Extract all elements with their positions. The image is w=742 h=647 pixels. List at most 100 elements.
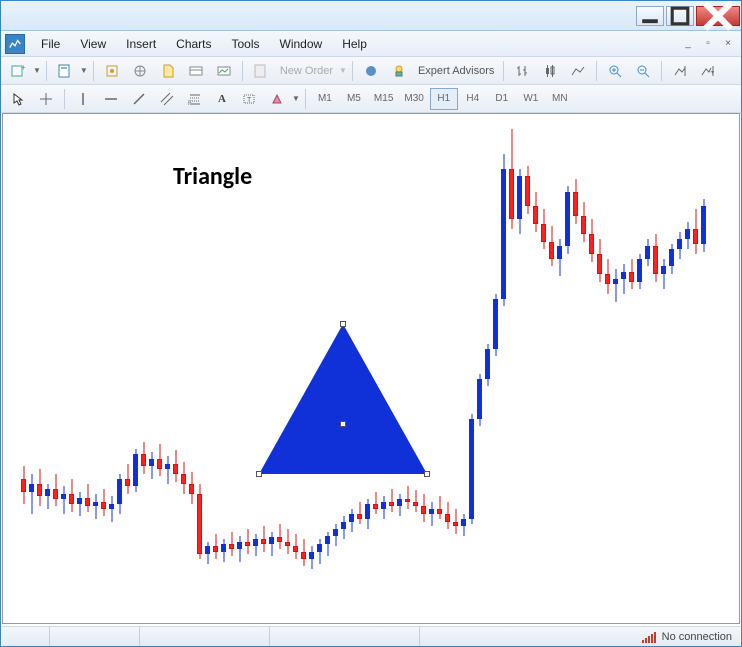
- menu-view[interactable]: View: [70, 37, 116, 51]
- candle: [669, 114, 674, 623]
- data-window-button[interactable]: [155, 60, 181, 82]
- line-chart-button[interactable]: [565, 60, 591, 82]
- candle: [469, 114, 474, 623]
- dropdown-icon[interactable]: ▼: [33, 66, 41, 75]
- metaquotes-button[interactable]: [358, 60, 384, 82]
- crosshair-button[interactable]: [33, 88, 59, 110]
- candle: [461, 114, 466, 623]
- connection-status[interactable]: No connection: [634, 631, 740, 643]
- candle: [661, 114, 666, 623]
- timeframe-mn[interactable]: MN: [546, 88, 574, 110]
- triangle-handle-apex[interactable]: [340, 321, 346, 327]
- candle: [573, 114, 578, 623]
- mdi-minimize-button[interactable]: _: [679, 36, 697, 52]
- status-cell: [140, 627, 270, 646]
- timeframe-m30[interactable]: M30: [399, 88, 428, 110]
- maximize-button[interactable]: [666, 6, 694, 26]
- candlestick-chart-button[interactable]: [537, 60, 563, 82]
- candle: [493, 114, 498, 623]
- connection-label: No connection: [662, 631, 732, 643]
- bar-chart-button[interactable]: [509, 60, 535, 82]
- equidistant-channel-button[interactable]: [154, 88, 180, 110]
- candle: [237, 114, 242, 623]
- triangle-handle-right[interactable]: [424, 471, 430, 477]
- candle: [165, 114, 170, 623]
- strategy-tester-button[interactable]: [211, 60, 237, 82]
- new-order-button[interactable]: [248, 60, 274, 82]
- candle: [653, 114, 658, 623]
- timeframe-m1[interactable]: M1: [311, 88, 339, 110]
- dropdown-icon[interactable]: ▼: [292, 94, 300, 103]
- navigator-button[interactable]: [127, 60, 153, 82]
- close-button[interactable]: [696, 6, 740, 26]
- market-watch-button[interactable]: [99, 60, 125, 82]
- new-chart-button[interactable]: +: [5, 60, 31, 82]
- zoom-in-button[interactable]: [602, 60, 628, 82]
- profiles-button[interactable]: [52, 60, 78, 82]
- main-toolbar: + ▼ ▼ New Order ▼: [1, 57, 741, 85]
- shapes-button[interactable]: [264, 88, 290, 110]
- candle: [509, 114, 514, 623]
- menu-help[interactable]: Help: [332, 37, 377, 51]
- chart-area[interactable]: Triangle: [2, 113, 740, 624]
- timeframe-m15[interactable]: M15: [369, 88, 398, 110]
- candle: [413, 114, 418, 623]
- candle: [85, 114, 90, 623]
- menu-window[interactable]: Window: [270, 37, 333, 51]
- candle: [141, 114, 146, 623]
- dropdown-icon[interactable]: ▼: [339, 66, 347, 75]
- candle: [693, 114, 698, 623]
- menu-tools[interactable]: Tools: [222, 37, 270, 51]
- candle: [637, 114, 642, 623]
- text-button[interactable]: A: [210, 88, 234, 110]
- candle: [365, 114, 370, 623]
- timeframe-h4[interactable]: H4: [459, 88, 487, 110]
- mdi-close-button[interactable]: ×: [719, 36, 737, 52]
- timeframe-w1[interactable]: W1: [517, 88, 545, 110]
- cursor-button[interactable]: [5, 88, 31, 110]
- status-cell: [2, 627, 50, 646]
- candle: [197, 114, 202, 623]
- candle: [53, 114, 58, 623]
- candle: [677, 114, 682, 623]
- menu-file[interactable]: File: [31, 37, 70, 51]
- candle: [309, 114, 314, 623]
- candle: [157, 114, 162, 623]
- auto-scroll-button[interactable]: [667, 60, 693, 82]
- candle: [21, 114, 26, 623]
- timeframe-d1[interactable]: D1: [488, 88, 516, 110]
- zoom-out-button[interactable]: [630, 60, 656, 82]
- candle: [557, 114, 562, 623]
- candle: [213, 114, 218, 623]
- minimize-button[interactable]: [636, 6, 664, 26]
- text-label-button[interactable]: T: [236, 88, 262, 110]
- candle: [301, 114, 306, 623]
- expert-advisors-button[interactable]: [386, 60, 412, 82]
- menu-charts[interactable]: Charts: [166, 37, 221, 51]
- dropdown-icon[interactable]: ▼: [80, 66, 88, 75]
- timeframe-m5[interactable]: M5: [340, 88, 368, 110]
- titlebar: [1, 1, 741, 31]
- vertical-line-button[interactable]: [70, 88, 96, 110]
- triangle-handle-left[interactable]: [256, 471, 262, 477]
- candle: [381, 114, 386, 623]
- candle: [701, 114, 706, 623]
- status-cell: [270, 627, 420, 646]
- candle: [125, 114, 130, 623]
- mdi-restore-button[interactable]: ▫: [699, 36, 717, 52]
- horizontal-line-button[interactable]: [98, 88, 124, 110]
- candle: [389, 114, 394, 623]
- fibonacci-button[interactable]: F: [182, 88, 208, 110]
- candle: [253, 114, 258, 623]
- trendline-button[interactable]: [126, 88, 152, 110]
- candle: [565, 114, 570, 623]
- menu-insert[interactable]: Insert: [116, 37, 166, 51]
- timeframe-h1[interactable]: H1: [430, 88, 458, 110]
- chart-shift-button[interactable]: [695, 60, 721, 82]
- expert-advisors-label: Expert Advisors: [414, 65, 498, 77]
- triangle-handle-center[interactable]: [340, 421, 346, 427]
- terminal-button[interactable]: [183, 60, 209, 82]
- new-order-label: New Order: [276, 65, 337, 77]
- candle: [445, 114, 450, 623]
- candle: [93, 114, 98, 623]
